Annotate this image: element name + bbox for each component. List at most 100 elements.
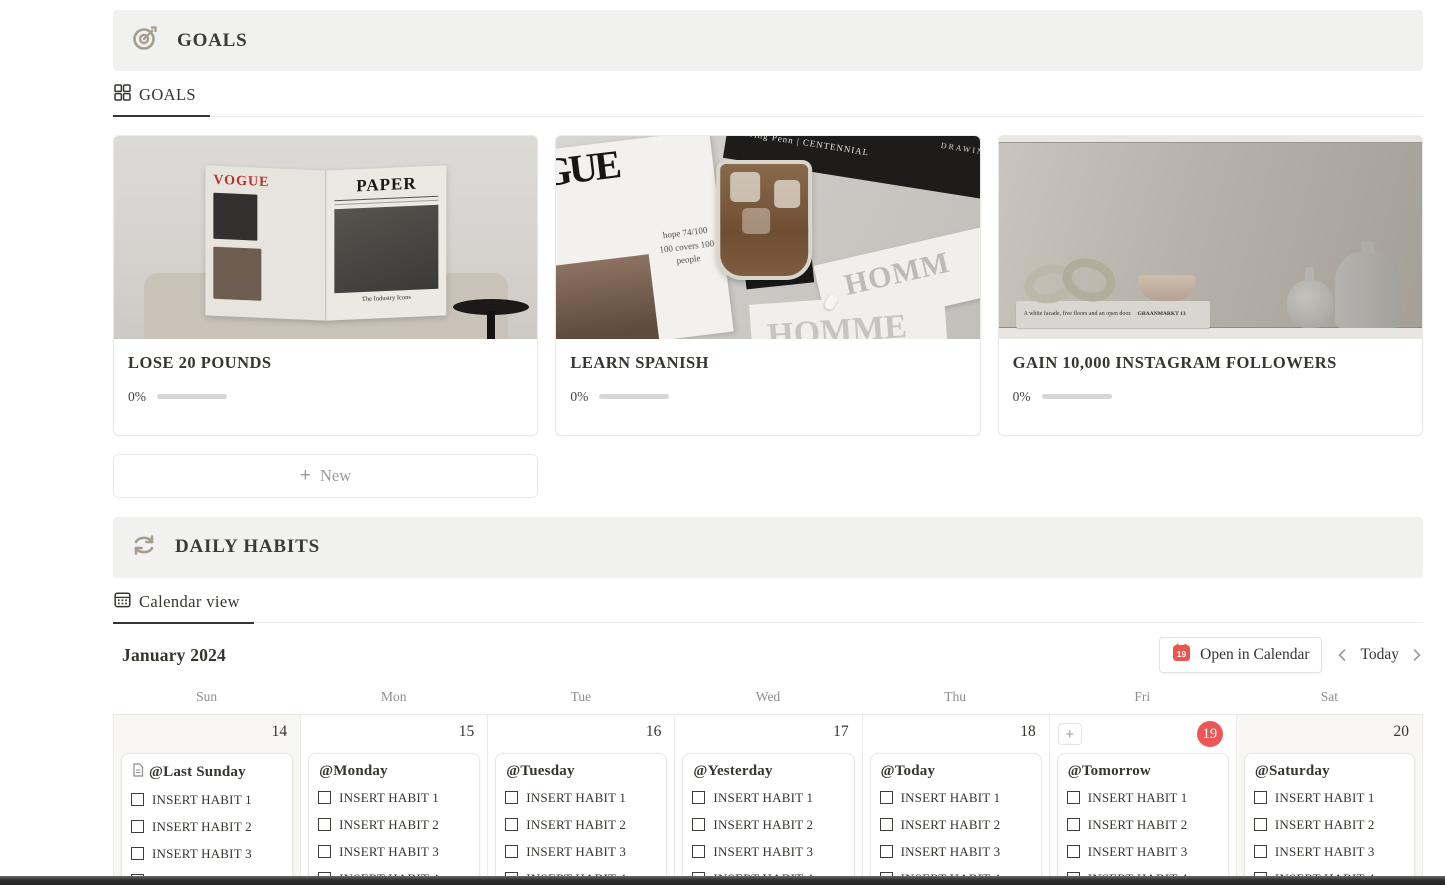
goals-banner-title: GOALS [177,30,248,52]
red-calendar-19-icon: 19 [1172,643,1191,667]
habit-card-last-sunday[interactable]: @Last Sunday INSERT HABIT 1 INSERT HABIT… [121,753,293,885]
goal-title: LOSE 20 POUNDS [128,353,523,373]
habit-checkbox[interactable] [880,791,893,804]
goal-progress: 0% [1013,389,1408,405]
habit-checkbox[interactable] [318,818,331,831]
tab-goals-label: GOALS [139,85,196,105]
habit-checkbox[interactable] [880,818,893,831]
gallery-icon [114,84,131,106]
calendar-header: January 2024 19 Open in Calendar [113,637,1423,673]
vase-shape [1335,252,1401,328]
habit-checkbox[interactable] [1067,818,1080,831]
calendar-cell-sat-20[interactable]: 20 @Saturday INSERT HABIT 1 INSERT HABIT… [1236,715,1423,885]
goal-progress: 0% [570,389,965,405]
goals-section: GOALS GOALS [113,10,1423,498]
habit-row[interactable]: INSERT HABIT 3 [318,838,471,865]
habit-checkbox[interactable] [318,791,331,804]
calendar-icon [114,591,131,613]
habit-checkbox[interactable] [131,793,144,806]
habit-row[interactable]: INSERT HABIT 2 [1254,811,1406,838]
today-button[interactable]: Today [1360,646,1399,664]
habit-row[interactable]: INSERT HABIT 1 [1067,784,1220,811]
vogue-masthead: VOGUE [213,173,317,194]
habit-row[interactable]: INSERT HABIT 2 [692,811,845,838]
habit-checkbox[interactable] [318,845,331,858]
target-icon [130,23,160,58]
goal-card-gain-followers[interactable]: A white facade, five floors and an open … [998,135,1423,436]
habit-checkbox[interactable] [131,820,144,833]
habit-row[interactable]: INSERT HABIT 2 [505,811,658,838]
add-event-button[interactable]: + [1058,723,1082,745]
habit-card-today[interactable]: @Today INSERT HABIT 1 INSERT HABIT 2 INS… [870,753,1042,885]
habit-row[interactable]: INSERT HABIT 3 [880,838,1033,865]
vase-shape [1287,280,1333,328]
habit-row[interactable]: INSERT HABIT 3 [505,838,658,865]
habit-row[interactable]: INSERT HABIT 3 [1254,838,1406,865]
stone-bowl-shape [1138,275,1196,301]
habit-checkbox[interactable] [505,845,518,858]
habit-row[interactable]: INSERT HABIT 1 [318,784,471,811]
open-in-calendar-label: Open in Calendar [1200,646,1309,664]
habit-checkbox[interactable] [1067,791,1080,804]
habit-row[interactable]: INSERT HABIT 3 [692,838,845,865]
habit-row[interactable]: INSERT HABIT 1 [131,786,284,813]
new-goal-button[interactable]: + New [113,454,538,498]
goal-card-learn-spanish[interactable]: DRAWING Irving Penn | CENTENNIAL GUE hop… [555,135,980,436]
calendar-cell-thu-18[interactable]: 18 @Today INSERT HABIT 1 INSERT HABIT 2 … [862,715,1049,885]
habit-row[interactable]: INSERT HABIT 1 [1254,784,1406,811]
date-number: 16 [646,723,662,741]
habit-checkbox[interactable] [505,818,518,831]
goal-progress: 0% [128,389,523,405]
habit-row[interactable]: INSERT HABIT 3 [1067,838,1220,865]
habit-checkbox[interactable] [880,845,893,858]
chain-sculpture-shape [1057,251,1121,308]
handwritten-note: hope 74/100 100 covers 100 people [654,223,718,271]
calendar-cell-tue-16[interactable]: 16 @Tuesday INSERT HABIT 1 INSERT HABIT … [487,715,674,885]
habit-row[interactable]: INSERT HABIT 3 [131,840,284,867]
habit-card-title: @Today [881,763,936,780]
goal-card-lose-20-pounds[interactable]: VOGUE PAPER The Industry Icons [113,135,538,436]
goal-card-photo-flatlay: DRAWING Irving Penn | CENTENNIAL GUE hop… [556,136,979,339]
goal-progress-bar [157,394,227,399]
chevron-left-icon[interactable] [1336,648,1348,662]
homme-magazine: HOMME [749,291,947,338]
habit-checkbox[interactable] [692,791,705,804]
tab-calendar-view[interactable]: Calendar view [113,591,254,624]
habit-row[interactable]: INSERT HABIT 1 [505,784,658,811]
paper-masthead: PAPER [334,173,438,198]
habit-checkbox[interactable] [505,791,518,804]
habit-row[interactable]: INSERT HABIT 1 [880,784,1033,811]
open-in-calendar-button[interactable]: 19 Open in Calendar [1159,637,1322,673]
calendar-cell-fri-19[interactable]: + 19 @Tomorrow INSERT HABIT 1 INSERT HAB… [1049,715,1236,885]
goal-card-photo-newspaper: VOGUE PAPER The Industry Icons [114,136,537,339]
habit-checkbox[interactable] [1067,845,1080,858]
chevron-right-icon[interactable] [1411,648,1423,662]
habit-row[interactable]: INSERT HABIT 2 [880,811,1033,838]
habit-row[interactable]: INSERT HABIT 2 [1067,811,1220,838]
habit-card-tomorrow[interactable]: @Tomorrow INSERT HABIT 1 INSERT HABIT 2 … [1057,753,1229,885]
goal-title: GAIN 10,000 INSTAGRAM FOLLOWERS [1013,353,1408,373]
habit-checkbox[interactable] [1254,845,1267,858]
habit-checkbox[interactable] [1254,791,1267,804]
daily-habits-section: DAILY HABITS Calendar view [113,517,1423,885]
habit-card-saturday[interactable]: @Saturday INSERT HABIT 1 INSERT HABIT 2 … [1244,753,1415,885]
habit-checkbox[interactable] [692,845,705,858]
dow-label: Fri [1049,689,1236,705]
habit-card-yesterday[interactable]: @Yesterday INSERT HABIT 1 INSERT HABIT 2… [682,753,854,885]
habit-checkbox[interactable] [131,847,144,860]
calendar-month-label: January 2024 [113,645,226,666]
habit-checkbox[interactable] [1254,818,1267,831]
habit-row[interactable]: INSERT HABIT 1 [692,784,845,811]
habit-card-monday[interactable]: @Monday INSERT HABIT 1 INSERT HABIT 2 IN… [308,753,480,885]
habit-checkbox[interactable] [692,818,705,831]
tab-goals-gallery[interactable]: GOALS [113,84,210,117]
habit-row[interactable]: INSERT HABIT 2 [131,813,284,840]
goal-progress-label: 0% [1013,389,1031,405]
calendar-cell-mon-15[interactable]: 15 @Monday INSERT HABIT 1 INSERT HABIT 2… [300,715,487,885]
dow-label: Mon [300,689,487,705]
habit-row[interactable]: INSERT HABIT 2 [318,811,471,838]
calendar-cell-wed-17[interactable]: 17 @Yesterday INSERT HABIT 1 INSERT HABI… [674,715,861,885]
habit-card-tuesday[interactable]: @Tuesday INSERT HABIT 1 INSERT HABIT 2 I… [495,753,667,885]
habit-card-title: @Monday [319,763,388,780]
calendar-cell-sun-14[interactable]: 14 @Last Sunday INSERT HABIT 1 [113,715,300,885]
